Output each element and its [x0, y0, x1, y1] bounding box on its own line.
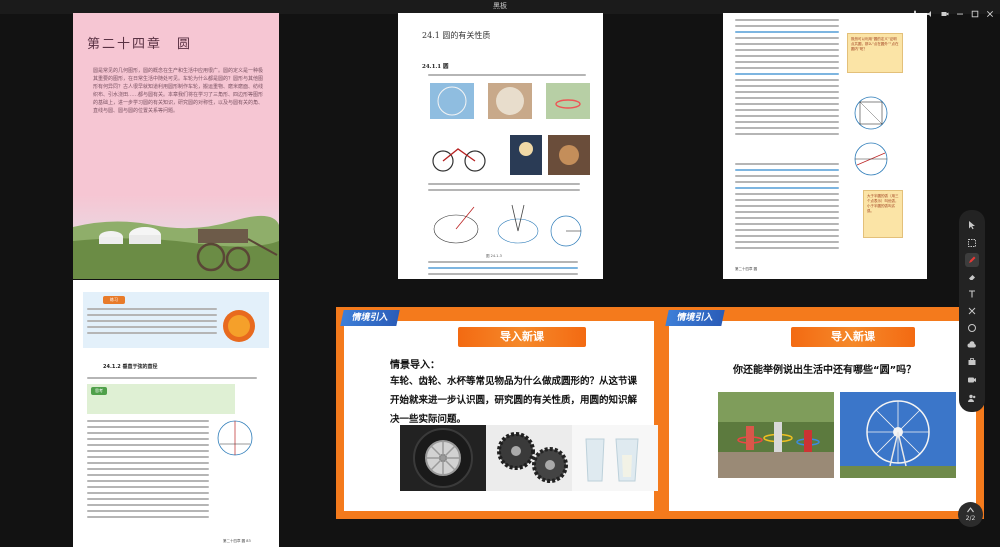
page-footer: 第二十四章 圆 83	[223, 539, 251, 543]
grassland-yurt-illustration	[73, 195, 279, 279]
slide-tag: 情境引入	[665, 310, 725, 326]
pointer-icon[interactable]	[965, 218, 979, 232]
cloud-icon[interactable]	[965, 338, 979, 352]
slide-banner: 导入新课	[458, 327, 586, 347]
perpendicular-chord-figure	[217, 420, 253, 456]
screen-record-icon[interactable]	[965, 373, 979, 387]
audio-settings-icon[interactable]	[926, 3, 934, 17]
sticky-note-2: 大于半圆的弧（用三个点表示）叫优弧，小于半圆的弧叫劣弧。	[863, 190, 903, 238]
textbook-page-perpendicular-diameter[interactable]: 练习 24.1.2 垂直于弦的直径 思考 第二十四章 圆 83	[73, 280, 279, 547]
camera-icon[interactable]	[941, 3, 949, 16]
users-icon[interactable]	[965, 391, 979, 405]
microphone-icon[interactable]	[911, 3, 919, 16]
chevron-up-icon	[967, 507, 974, 513]
crop-select-icon[interactable]	[965, 236, 979, 250]
slide-banner: 导入新课	[791, 327, 915, 347]
toolbox-icon[interactable]	[965, 355, 979, 369]
figure-caption: 图 24.1-3	[486, 254, 502, 258]
clear-x-icon[interactable]	[965, 304, 979, 318]
body-text-lines-2	[428, 183, 580, 195]
textbook-page-circle-definitions[interactable]: 既然可以利用“圆的定义”证明点共圆，那么“点在圆外”“点在圆内”呢？ 大于半圆的…	[723, 13, 927, 279]
window-title: 黑板	[493, 2, 507, 10]
body-text-lines-3	[428, 261, 578, 279]
hula-hoop-ferris-wheel-photos	[718, 392, 956, 478]
textbook-page-24-1[interactable]: 24.1 圆的有关性质 24.1.1 圆 图 24.1-3	[398, 13, 603, 279]
chord-arc-figure	[854, 142, 888, 176]
eraser-icon[interactable]	[965, 270, 979, 284]
close-icon[interactable]	[986, 3, 994, 18]
sun-circle-photo	[223, 310, 255, 342]
page-counter: 2/2	[965, 515, 976, 522]
whiteboard-app: 黑板 第二十四章 圆 圆是常见的几何图形，圆的概念在生产和生活中应用很广。圆的定…	[0, 0, 1000, 547]
title-bar: 黑板	[0, 0, 1000, 18]
slide-circle-examples[interactable]: 情境引入 导入新课 你还能举例说出生活中还有哪些“圆”吗？	[661, 307, 984, 519]
slide-body: 车轮、齿轮、水杯等常见物品为什么做成圆形的？从这节课开始就来进一步认识圆，研究圆…	[390, 376, 638, 425]
body-text-lines	[735, 19, 839, 139]
sticky-note-1: 既然可以利用“圆的定义”证明点共圆，那么“点在圆外”“点在圆内”呢？	[847, 33, 903, 73]
slide-heading: 情景导入：	[390, 360, 440, 371]
compass-drawing-figures	[433, 204, 582, 247]
section-title: 24.1 圆的有关性质	[422, 31, 491, 40]
slide-question: 你还能举例说出生活中还有哪些“圆”吗？	[733, 365, 917, 376]
thinking-box	[87, 384, 235, 414]
total-pages: 2	[971, 515, 976, 522]
intro-text-line	[87, 377, 257, 383]
shape-circle-icon[interactable]	[965, 321, 979, 335]
slide-intro-question[interactable]: 情境引入 导入新课 情景导入： 车轮、齿轮、水杯等常见物品为什么做成圆形的？从这…	[336, 307, 662, 519]
body-text-lines	[87, 420, 209, 522]
wheel-gear-cup-photos	[400, 425, 658, 491]
chapter-intro-text: 圆是常见的几何图形，圆的概念在生产和生活中应用很广。圆的定义是一种极其重要的图形…	[93, 68, 264, 114]
body-text-lines-2	[735, 163, 839, 253]
pen-icon[interactable]	[965, 253, 979, 267]
subsection-title: 24.1.2 垂直于弦的直径	[103, 364, 158, 370]
subsection-title: 24.1.1 圆	[422, 64, 449, 70]
title-bar-controls	[911, 2, 994, 18]
current-page: 2	[965, 515, 970, 522]
minimize-icon[interactable]	[956, 3, 964, 15]
slide-tag: 情境引入	[340, 310, 400, 326]
page-footer: 第二十四章 圆	[735, 267, 758, 271]
textbook-page-chapter-cover[interactable]: 第二十四章 圆 圆是常见的几何图形，圆的概念在生产和生活中应用很广。圆的定义是一…	[73, 13, 279, 279]
exercise-text-lines	[87, 308, 217, 338]
circle-objects-photos	[430, 83, 590, 175]
text-tool-icon[interactable]	[965, 287, 979, 301]
body-text-lines	[428, 74, 586, 80]
thinking-tag: 思考	[91, 387, 107, 395]
circle-rectangle-figure	[854, 96, 888, 130]
annotation-toolbar	[959, 210, 985, 412]
exercise-tag: 练习	[103, 296, 125, 304]
restore-icon[interactable]	[971, 3, 979, 18]
chapter-title: 第二十四章 圆	[87, 37, 193, 52]
page-indicator[interactable]: 2/2	[958, 502, 983, 527]
